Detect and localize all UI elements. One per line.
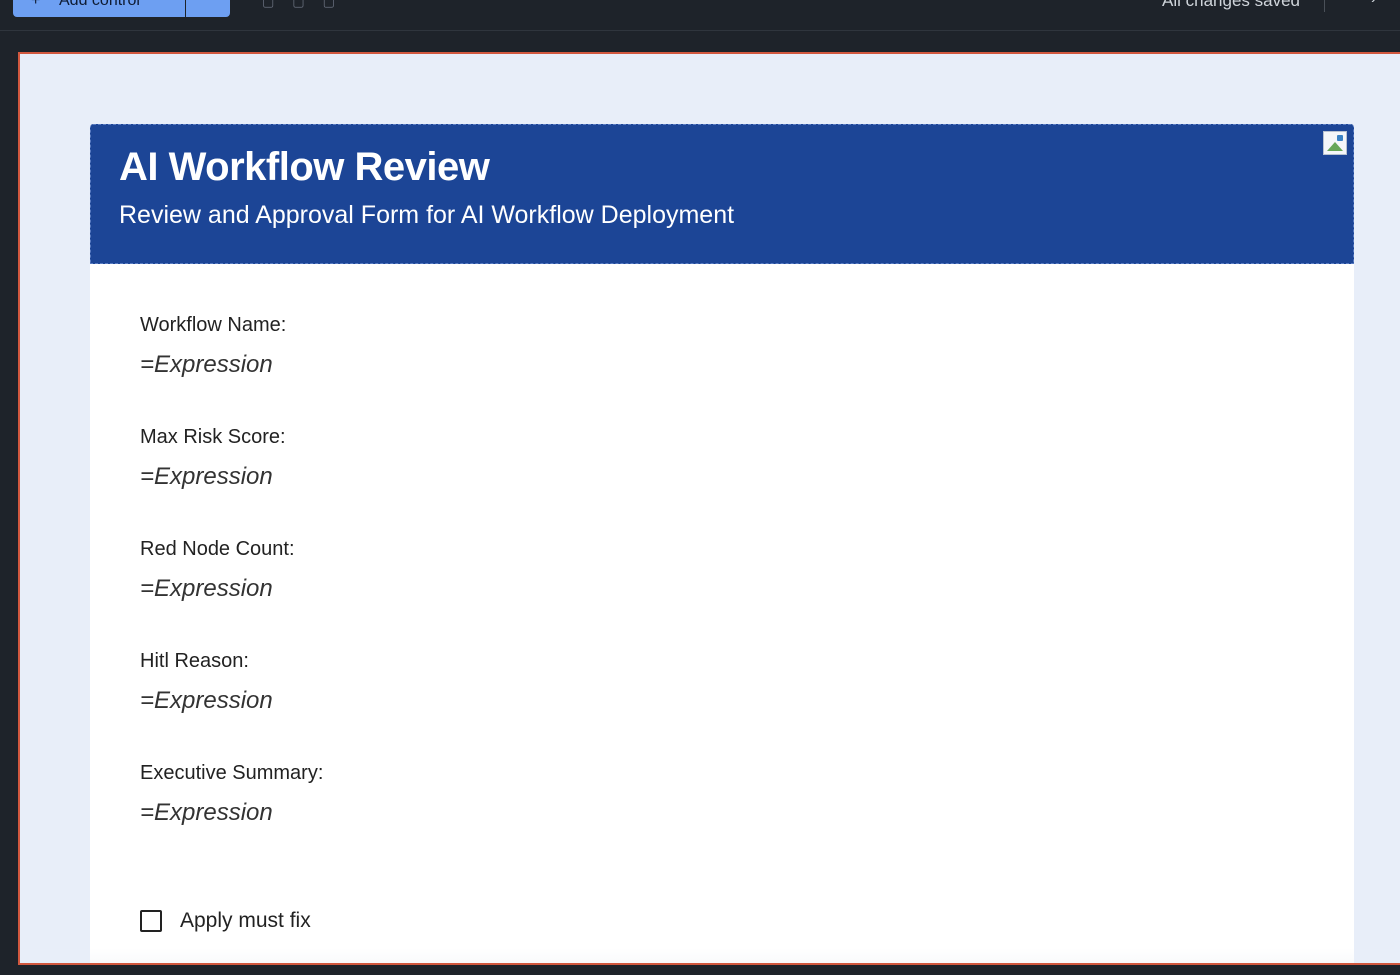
field-label: Max Risk Score: (140, 426, 286, 448)
scroll-fade (90, 948, 1354, 963)
save-status: All changes saved (1162, 0, 1300, 10)
form-subtitle: Review and Approval Form for AI Workflow… (119, 201, 735, 229)
add-control-button[interactable]: + Add control (13, 0, 185, 17)
broken-image-icon[interactable] (1323, 131, 1347, 155)
field-label: Workflow Name: (140, 314, 287, 336)
form-canvas[interactable]: AI Workflow Review Review and Approval F… (18, 52, 1400, 965)
plus-icon: + (31, 0, 41, 9)
checkbox-label: Apply must fix (180, 909, 311, 932)
field-executive-summary[interactable]: Executive Summary: =Expression (140, 762, 323, 827)
field-value-expression[interactable]: =Expression (140, 575, 295, 603)
field-label: Red Node Count: (140, 538, 295, 560)
add-control-label: Add control (59, 0, 140, 9)
field-label: Hitl Reason: (140, 650, 249, 672)
field-value-expression[interactable]: =Expression (140, 351, 286, 379)
field-value-expression[interactable]: =Expression (140, 687, 273, 715)
field-label: Executive Summary: (140, 762, 324, 784)
field-workflow-name[interactable]: Workflow Name: =Expression (140, 314, 286, 379)
field-max-risk-score[interactable]: Max Risk Score: =Expression (140, 426, 286, 491)
field-hitl-reason[interactable]: Hitl Reason: =Expression (140, 650, 273, 715)
checkbox-icon[interactable] (140, 910, 162, 932)
top-toolbar: + Add control ▢▢▢ All changes saved › (0, 0, 1400, 31)
form-title: AI Workflow Review (119, 145, 490, 189)
form-card: AI Workflow Review Review and Approval F… (90, 124, 1354, 963)
field-red-node-count[interactable]: Red Node Count: =Expression (140, 538, 295, 603)
toolbar-divider (1324, 0, 1325, 12)
add-control-dropdown-button[interactable] (186, 0, 230, 17)
chevron-right-icon[interactable]: › (1371, 0, 1376, 8)
field-value-expression[interactable]: =Expression (140, 463, 286, 491)
field-value-expression[interactable]: =Expression (140, 799, 323, 827)
toolbar-icons[interactable]: ▢▢▢ (262, 0, 353, 10)
apply-must-fix-checkbox[interactable]: Apply must fix (140, 909, 311, 933)
form-header[interactable]: AI Workflow Review Review and Approval F… (90, 124, 1354, 264)
